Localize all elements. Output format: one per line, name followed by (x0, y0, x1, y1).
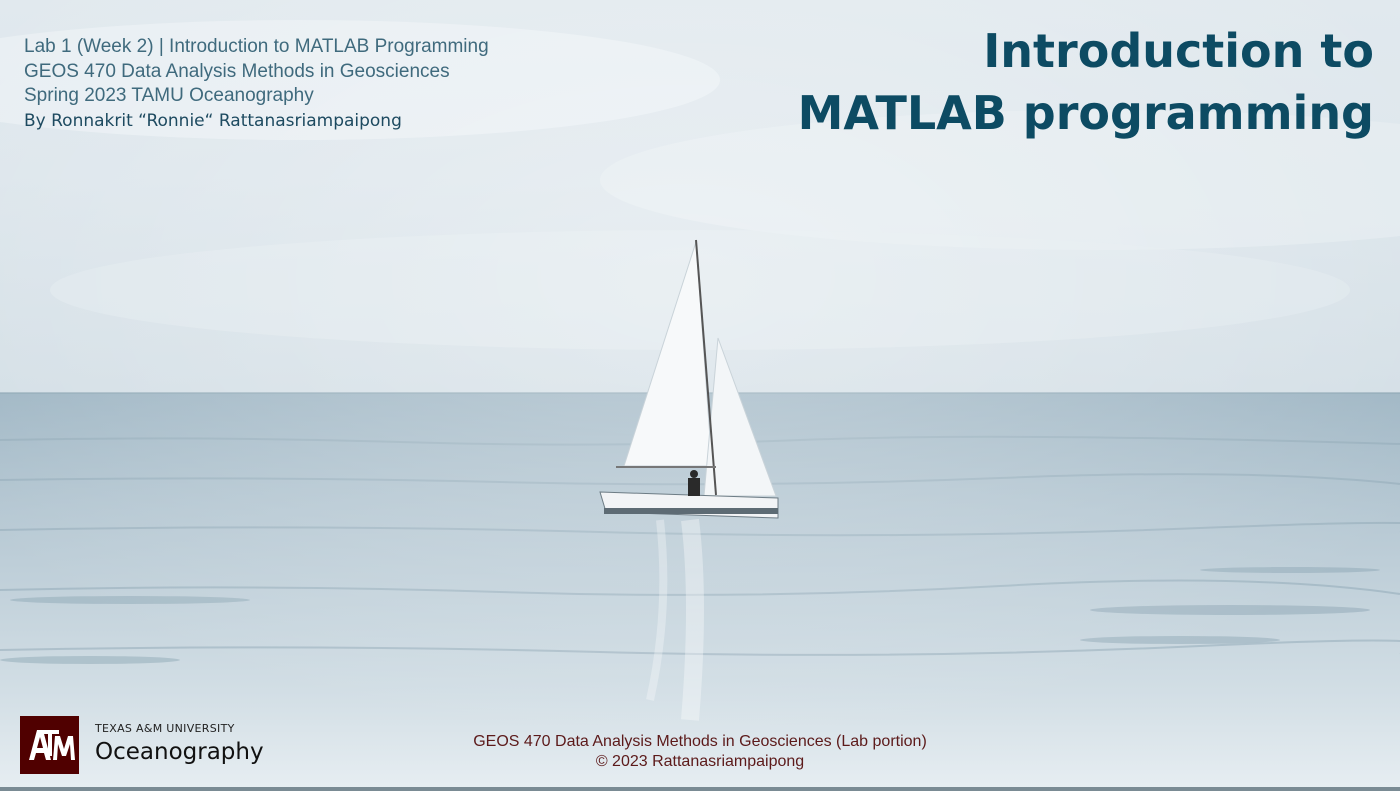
footer-copyright: © 2023 Rattanasriampaipong (595, 753, 805, 770)
footer: GEOS 470 Data Analysis Methods in Geosci… (400, 732, 1000, 772)
bottom-divider (0, 787, 1400, 791)
lab-info-line1: Lab 1 (Week 2) | Introduction to MATLAB … (24, 36, 489, 57)
slide-title-line1: Introduction to (983, 24, 1374, 78)
slide-title: Introduction to MATLAB programming (798, 20, 1374, 144)
slide: Lab 1 (Week 2) | Introduction to MATLAB … (0, 0, 1400, 791)
department-name: Oceanography (95, 739, 264, 765)
author-line: By Ronnakrit “Ronnie“ Rattanasriampaipon… (24, 110, 402, 131)
footer-course: GEOS 470 Data Analysis Methods in Geosci… (473, 733, 927, 750)
slide-title-line2: MATLAB programming (797, 86, 1374, 140)
lab-info-line2: GEOS 470 Data Analysis Methods in Geosci… (24, 60, 450, 82)
lab-info: Lab 1 (Week 2) | Introduction to MATLAB … (24, 35, 489, 133)
lab-info-line3: Spring 2023 TAMU Oceanography (24, 85, 314, 106)
university-name: TEXAS A&M UNIVERSITY (95, 722, 235, 735)
tamu-logo-icon (20, 716, 79, 774)
